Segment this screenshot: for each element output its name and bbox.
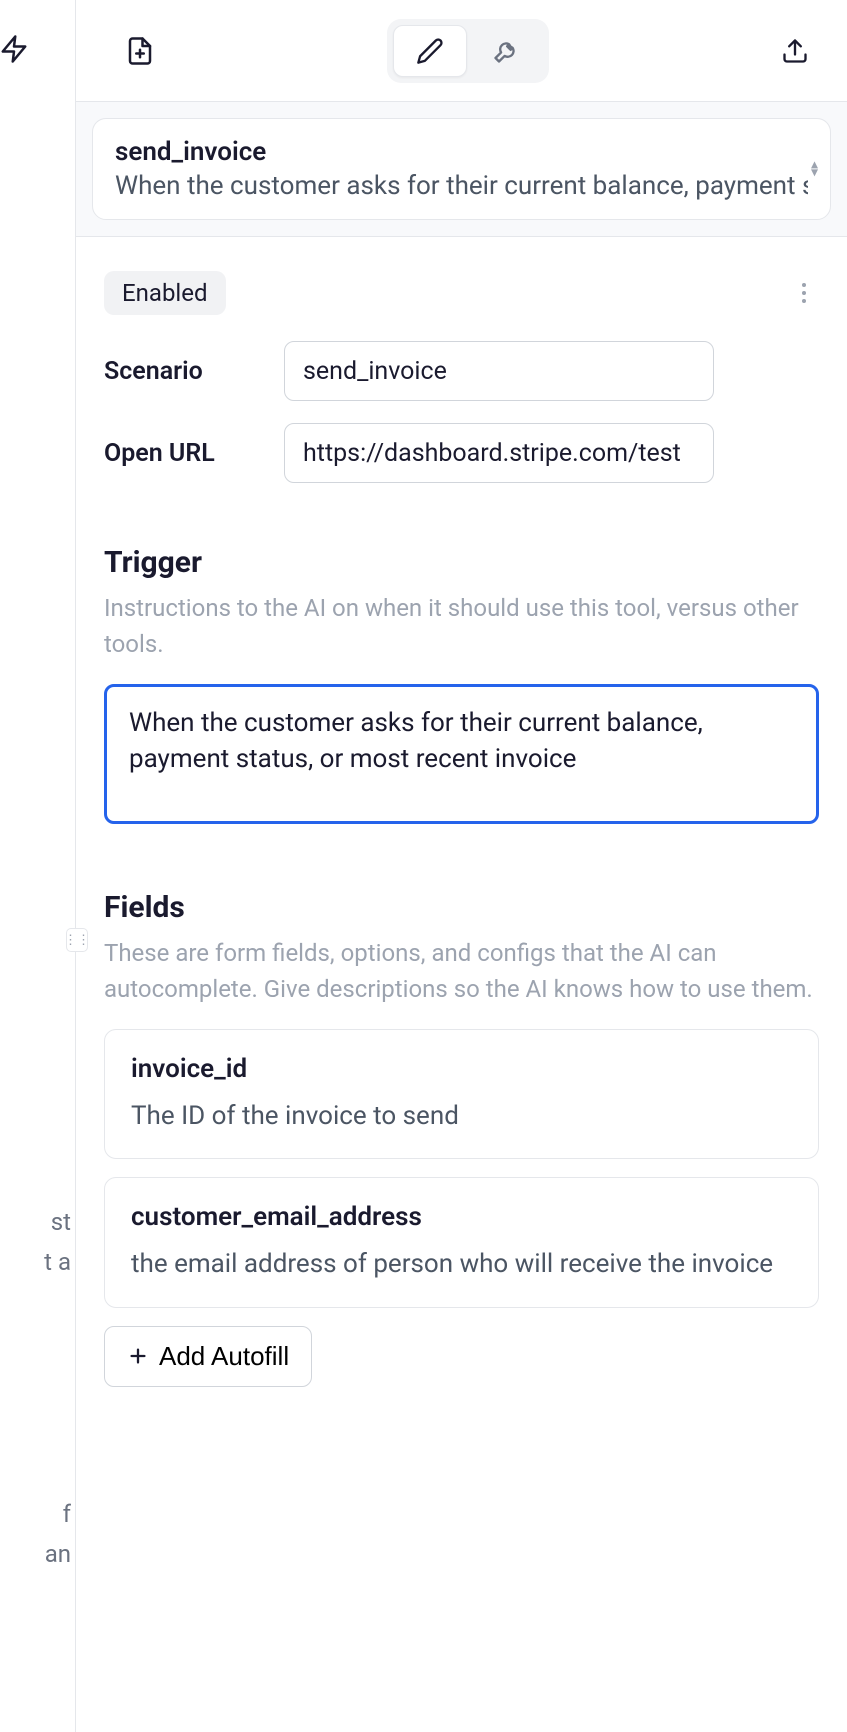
field-description: The ID of the invoice to send <box>131 1098 792 1134</box>
field-card[interactable]: invoice_id The ID of the invoice to send <box>104 1029 819 1159</box>
content-area: Enabled Scenario Open URL Trigger Instru… <box>76 237 847 1387</box>
tool-header-card[interactable]: send_invoice When the customer asks for … <box>92 118 831 220</box>
drag-handle[interactable]: ⋮⋮ <box>66 928 88 952</box>
fields-heading: Fields <box>104 890 819 925</box>
tool-title: send_invoice <box>115 137 808 167</box>
main-panel: send_invoice When the customer asks for … <box>76 0 847 1732</box>
fields-section: Fields These are form fields, options, a… <box>104 890 819 1387</box>
lightning-icon <box>0 34 29 64</box>
toolbar <box>76 0 847 102</box>
sidebar-text-fragment: f <box>63 1500 71 1528</box>
open-url-label: Open URL <box>104 439 264 468</box>
configure-mode-button[interactable] <box>469 25 543 77</box>
trigger-section: Trigger Instructions to the AI on when i… <box>104 545 819 828</box>
plus-icon <box>127 1345 149 1367</box>
field-card[interactable]: customer_email_address the email address… <box>104 1177 819 1307</box>
field-description: the email address of person who will rec… <box>131 1246 792 1282</box>
upload-button[interactable] <box>771 27 819 75</box>
add-autofill-button[interactable]: Add Autofill <box>104 1326 312 1387</box>
add-autofill-label: Add Autofill <box>159 1341 289 1372</box>
expand-collapse-icon[interactable]: ▴▾ <box>811 161 818 178</box>
sidebar-text-fragment: st <box>51 1208 71 1236</box>
header-area: send_invoice When the customer asks for … <box>76 102 847 237</box>
edit-mode-button[interactable] <box>393 25 467 77</box>
fields-subtext: These are form fields, options, and conf… <box>104 935 819 1007</box>
new-file-button[interactable] <box>116 27 164 75</box>
scenario-input[interactable] <box>284 341 714 401</box>
trigger-heading: Trigger <box>104 545 819 580</box>
trigger-subtext: Instructions to the AI on when it should… <box>104 590 819 662</box>
mode-toggle <box>387 19 549 83</box>
enabled-badge[interactable]: Enabled <box>104 271 226 315</box>
sidebar-text-fragment: t a <box>44 1248 71 1276</box>
scenario-label: Scenario <box>104 357 264 386</box>
open-url-input[interactable] <box>284 423 714 483</box>
left-sidebar-fragment: st t a f an <box>0 0 76 1732</box>
field-name: invoice_id <box>131 1054 792 1084</box>
trigger-textarea[interactable] <box>104 684 819 824</box>
more-menu-button[interactable] <box>789 278 819 308</box>
sidebar-text-fragment: an <box>45 1540 71 1568</box>
tool-description: When the customer asks for their current… <box>115 171 808 201</box>
field-name: customer_email_address <box>131 1202 792 1232</box>
